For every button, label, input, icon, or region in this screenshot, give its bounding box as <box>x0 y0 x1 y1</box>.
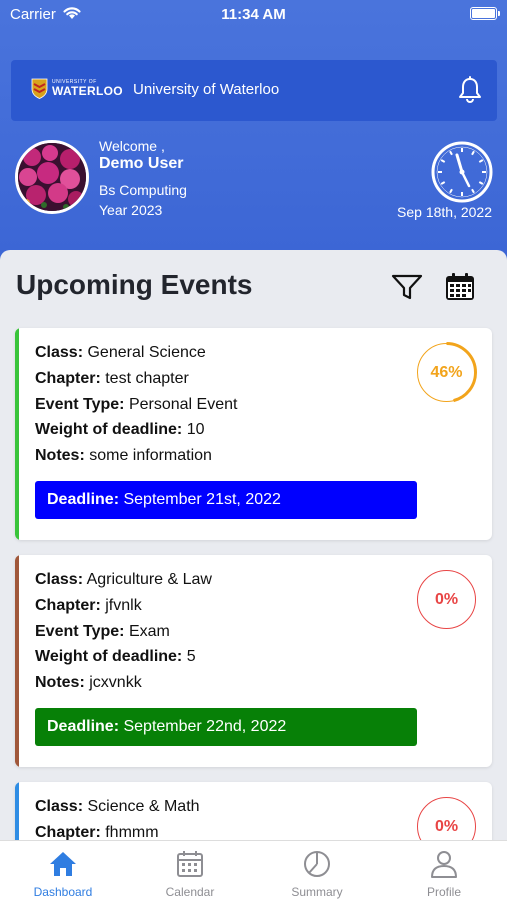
event-class: Class: General Science <box>35 344 206 361</box>
event-type: Event Type: Exam <box>35 623 170 640</box>
avatar-flowers-image <box>18 143 86 211</box>
calendar-icon[interactable] <box>444 272 476 302</box>
status-bar: Carrier 11:34 AM <box>0 0 507 30</box>
event-stripe <box>15 328 19 540</box>
deadline-banner: Deadline: September 21st, 2022 <box>35 481 417 519</box>
progress-ring: 0% <box>416 569 477 630</box>
progress-label: 0% <box>434 591 459 608</box>
analog-clock-icon <box>431 141 493 203</box>
tab-dashboard[interactable]: Dashboard <box>0 841 126 900</box>
current-date: Sep 18th, 2022 <box>397 204 492 220</box>
crest-icon <box>31 78 48 99</box>
event-weight: Weight of deadline: 10 <box>35 421 205 438</box>
tab-label: Profile <box>426 885 461 899</box>
event-card[interactable]: Class: General Science Chapter: test cha… <box>15 328 492 540</box>
event-notes: Notes: some information <box>35 447 212 464</box>
program-text: Bs Computing <box>99 182 187 198</box>
filter-icon[interactable] <box>390 272 424 302</box>
year-text: Year 2023 <box>99 202 163 218</box>
progress-label: 46% <box>430 364 463 381</box>
event-class: Class: Science & Math <box>35 798 200 815</box>
tab-bar: Dashboard Calendar Summary Profile <box>0 840 507 900</box>
event-weight: Weight of deadline: 5 <box>35 648 196 665</box>
pie-chart-icon <box>304 851 330 877</box>
battery-icon <box>470 7 500 20</box>
section-title: Upcoming Events <box>16 269 253 300</box>
event-card[interactable]: Class: Agriculture & Law Chapter: jfvnlk… <box>15 555 492 767</box>
event-notes: Notes: jcxvnkk <box>35 674 142 691</box>
home-icon <box>50 852 76 876</box>
event-chapter: Chapter: test chapter <box>35 370 189 387</box>
app-bar: UNIVERSITY OF WATERLOO University of Wat… <box>11 60 497 121</box>
app-title: University of Waterloo <box>133 81 280 98</box>
progress-ring: 46% <box>416 342 477 403</box>
tab-label: Calendar <box>165 885 215 899</box>
bell-icon[interactable] <box>457 76 483 104</box>
calendar-icon <box>177 851 203 877</box>
tab-label: Summary <box>291 885 343 899</box>
user-name: Demo User <box>99 155 184 172</box>
event-class: Class: Agriculture & Law <box>35 571 212 588</box>
deadline-banner: Deadline: September 22nd, 2022 <box>35 708 417 746</box>
welcome-text: Welcome , <box>99 138 165 154</box>
event-type: Event Type: Personal Event <box>35 396 238 413</box>
tab-profile[interactable]: Profile <box>381 841 507 900</box>
tab-calendar[interactable]: Calendar <box>127 841 253 900</box>
avatar[interactable] <box>15 140 89 214</box>
person-icon <box>431 851 457 878</box>
clock-time: 11:34 AM <box>221 6 286 23</box>
event-stripe <box>15 555 19 767</box>
university-logo: UNIVERSITY OF WATERLOO <box>31 78 123 99</box>
logo-big-text: WATERLOO <box>52 84 123 98</box>
tab-summary[interactable]: Summary <box>254 841 380 900</box>
tab-label: Dashboard <box>33 885 93 899</box>
event-chapter: Chapter: jfvnlk <box>35 597 142 614</box>
